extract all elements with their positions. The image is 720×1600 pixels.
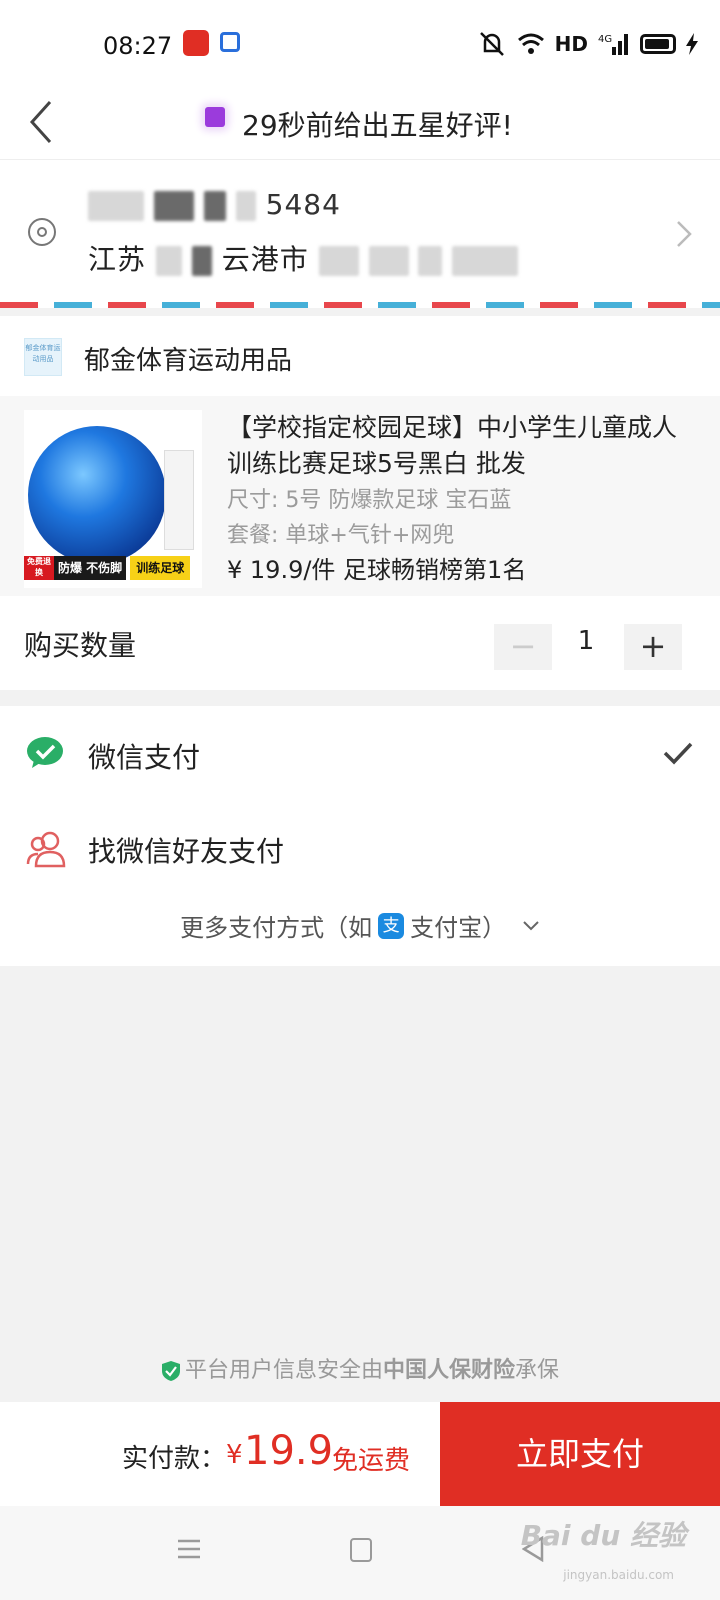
wifi-icon: [517, 33, 544, 54]
football-image: [28, 426, 166, 564]
status-indicators: HD 4G: [477, 28, 698, 60]
shop-logo: 郁金体育运动用品: [24, 338, 62, 376]
baidu-watermark: Bai du 经验: [520, 1519, 686, 1552]
redacted-text: [153, 191, 194, 221]
total-currency: ¥: [226, 1440, 243, 1470]
chevron-down-icon: [523, 920, 539, 930]
more-payment-options[interactable]: 更多支付方式（如支支付宝）: [0, 908, 720, 952]
security-text-suffix: 承保: [515, 1358, 560, 1383]
package-image: [164, 450, 194, 550]
status-bar: 08:27 HD 4G: [0, 0, 720, 88]
security-note: 平台用户信息安全由中国人保财险承保: [0, 1352, 720, 1384]
quantity-label: 购买数量: [24, 629, 137, 662]
security-brand: 中国人保财险: [382, 1358, 515, 1383]
status-time: 08:27: [103, 32, 173, 60]
back-icon[interactable]: [20, 94, 68, 150]
payment-methods: 微信支付 找微信好友支付 更多支付方式（如支支付宝）: [0, 706, 720, 966]
product-card[interactable]: 免费退换 防爆 不伤脚 训练足球 【学校指定校园足球】中小学生儿童成人训练比赛足…: [0, 396, 720, 596]
wechat-pay-label: 微信支付: [88, 741, 201, 774]
gift-icon: [205, 107, 225, 127]
home-icon[interactable]: [350, 1538, 372, 1562]
redacted-text: [418, 246, 443, 276]
chevron-right-icon: [677, 221, 692, 247]
shop-row[interactable]: 郁金体育运动用品 郁金体育运动用品: [0, 316, 720, 396]
friends-icon: [26, 831, 66, 868]
redacted-text: [235, 191, 256, 221]
phone-fragment: 5484: [265, 188, 341, 221]
total-label: 实付款：: [122, 1444, 227, 1474]
location-pin-icon: [28, 218, 56, 246]
product-price: ¥ 19.9/件 足球畅销榜第1名: [227, 556, 527, 584]
province-fragment: 江苏: [88, 243, 147, 276]
page-title: 29秒前给出五星好评!: [242, 109, 513, 142]
image-tag-return: 免费退换: [24, 556, 54, 580]
airmail-border: [0, 302, 720, 308]
quantity-row: 购买数量 − 1 +: [0, 596, 720, 690]
friend-pay-label: 找微信好友支付: [88, 835, 285, 868]
redacted-text: [191, 246, 212, 276]
wechat-pay-option[interactable]: 微信支付: [0, 706, 720, 802]
battery-icon: [640, 34, 676, 54]
wechat-pay-icon: [27, 737, 63, 768]
shipping-address[interactable]: 5484 江苏 云港市: [0, 160, 720, 308]
pinduoduo-notification-icon: [183, 30, 209, 56]
product-title: 【学校指定校园足球】中小学生儿童成人训练比赛足球5号黑白 批发: [227, 413, 678, 478]
signal-icon: 4G: [598, 34, 628, 55]
alipay-icon: 支: [378, 912, 405, 939]
redacted-text: [452, 246, 519, 276]
friend-pay-option[interactable]: 找微信好友支付: [0, 802, 720, 898]
address-line: 江苏 云港市: [88, 238, 519, 278]
svg-text:4G: 4G: [598, 34, 612, 45]
shop-name: 郁金体育运动用品: [84, 346, 293, 376]
app-notification-icon: [220, 32, 240, 52]
product-image: 免费退换 防爆 不伤脚 训练足球: [24, 410, 202, 588]
checkout-bar: 实付款： ¥ 19.9 免运费 立即支付: [0, 1402, 720, 1506]
redacted-text: [203, 191, 226, 221]
redacted-text: [155, 246, 182, 276]
checkmark-icon: [663, 742, 693, 765]
total-amount: 19.9: [244, 1428, 334, 1474]
recipient-line: 5484: [88, 188, 341, 221]
charging-icon: [686, 33, 698, 55]
mute-icon: [479, 32, 504, 56]
security-text-prefix: 平台用户信息安全由: [184, 1358, 383, 1383]
redacted-text: [368, 246, 409, 276]
page-header: 29秒前给出五星好评!: [0, 88, 720, 160]
system-nav-bar: Bai du 经验 jingyan.baidu.com: [0, 1506, 720, 1600]
pay-now-button[interactable]: 立即支付: [440, 1402, 720, 1506]
image-tags: 免费退换 防爆 不伤脚 训练足球: [24, 556, 202, 580]
more-payment-suffix: 支付宝）: [410, 914, 507, 942]
city-fragment: 云港市: [221, 243, 309, 276]
shield-check-icon: [161, 1361, 180, 1381]
menu-icon[interactable]: [176, 1538, 202, 1560]
baidu-watermark-url: jingyan.baidu.com: [563, 1568, 674, 1582]
redacted-text: [318, 246, 359, 276]
quantity-value[interactable]: 1: [566, 626, 606, 656]
hd-indicator: HD: [554, 32, 588, 56]
product-package: 套餐: 单球+气针+网兜: [227, 523, 455, 548]
quantity-increase-button[interactable]: +: [624, 624, 682, 670]
quantity-decrease-button[interactable]: −: [494, 624, 552, 670]
product-spec: 尺寸: 5号 防爆款足球 宝石蓝: [227, 488, 512, 513]
more-payment-prefix: 更多支付方式（如: [180, 914, 373, 942]
redacted-name: [88, 191, 144, 221]
image-tag-training: 训练足球: [130, 556, 191, 580]
image-tag-feature: 防爆 不伤脚: [54, 556, 127, 580]
shipping-badge: 免运费: [332, 1446, 411, 1476]
